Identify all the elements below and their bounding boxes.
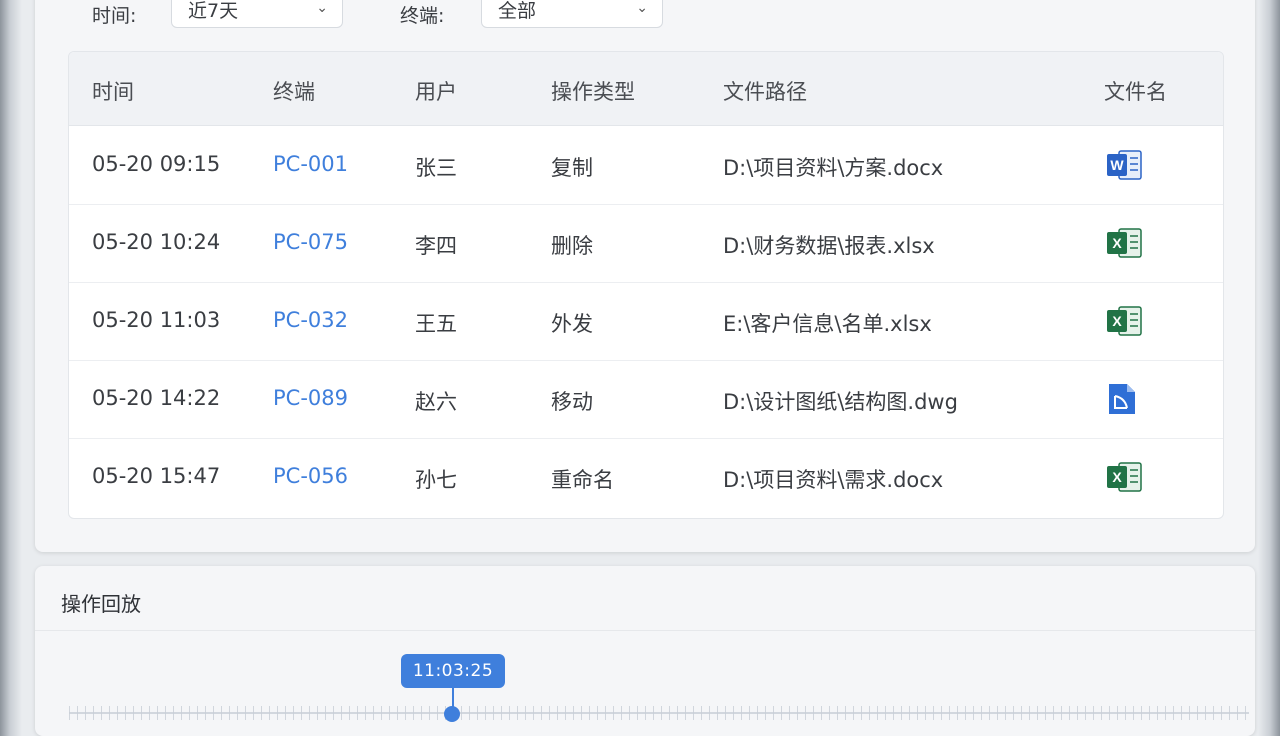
row-user: 赵六: [415, 390, 457, 414]
row-terminal-link[interactable]: PC-089: [273, 386, 348, 410]
table-row[interactable]: 05-20 14:22 PC-089 赵六 移动 D:\设计图纸\结构图.dwg: [69, 360, 1223, 439]
playhead-stem: [452, 688, 454, 708]
row-terminal-link[interactable]: PC-075: [273, 230, 348, 254]
column-header-file-path[interactable]: 文件路径: [723, 76, 807, 106]
divider: [35, 630, 1255, 631]
row-operation-type: 重命名: [551, 468, 614, 492]
svg-text:W: W: [1110, 157, 1124, 173]
terminal-filter-label: 终端:: [400, 4, 445, 27]
timeline-ticks: [69, 706, 1249, 720]
playback-title: 操作回放: [61, 592, 141, 616]
table-row[interactable]: 05-20 09:15 PC-001 张三 复制 D:\项目资料\方案.docx…: [69, 126, 1223, 205]
chevron-down-icon: ⌄: [316, 0, 328, 16]
table-row[interactable]: 05-20 11:03 PC-032 王五 外发 E:\客户信息\名单.xlsx…: [69, 282, 1223, 361]
word-file-icon[interactable]: W: [1105, 148, 1145, 182]
row-operation-type: 复制: [551, 156, 593, 180]
time-filter-select[interactable]: 近7天 ⌄: [171, 0, 343, 28]
excel-file-icon[interactable]: X: [1105, 304, 1145, 338]
row-operation-type: 外发: [551, 312, 593, 336]
table-row[interactable]: 05-20 10:24 PC-075 李四 删除 D:\财务数据\报表.xlsx…: [69, 204, 1223, 283]
row-file-path: D:\项目资料\需求.docx: [723, 468, 944, 492]
row-user: 孙七: [415, 468, 457, 492]
chevron-down-icon: ⌄: [636, 0, 648, 16]
excel-file-icon[interactable]: X: [1105, 460, 1145, 494]
row-time: 05-20 14:22: [92, 386, 221, 410]
row-user: 李四: [415, 234, 457, 258]
time-filter-label: 时间:: [92, 4, 137, 27]
row-operation-type: 删除: [551, 234, 593, 258]
row-time: 05-20 15:47: [92, 464, 221, 488]
row-terminal-link[interactable]: PC-056: [273, 464, 348, 488]
playhead-time-tooltip: 11:03:25: [401, 654, 505, 688]
row-time: 05-20 11:03: [92, 308, 221, 332]
time-filter-value: 近7天: [188, 0, 239, 22]
column-header-terminal[interactable]: 终端: [273, 76, 315, 106]
terminal-filter-value: 全部: [498, 0, 537, 22]
svg-text:X: X: [1112, 235, 1122, 251]
row-terminal-link[interactable]: PC-001: [273, 152, 348, 176]
row-file-path: D:\财务数据\报表.xlsx: [723, 234, 935, 258]
excel-file-icon[interactable]: X: [1105, 226, 1145, 260]
row-user: 王五: [415, 312, 457, 336]
column-header-time[interactable]: 时间: [92, 76, 134, 106]
terminal-filter-select[interactable]: 全部 ⌄: [481, 0, 663, 28]
row-operation-type: 移动: [551, 390, 593, 414]
row-time: 05-20 10:24: [92, 230, 221, 254]
row-time: 05-20 09:15: [92, 152, 221, 176]
table-header: 时间 终端 用户 操作类型 文件路径 文件名: [69, 52, 1223, 126]
row-file-path: E:\客户信息\名单.xlsx: [723, 312, 932, 336]
table-row[interactable]: 05-20 15:47 PC-056 孙七 重命名 D:\项目资料\需求.doc…: [69, 438, 1223, 516]
column-header-file-name[interactable]: 文件名: [1104, 76, 1167, 106]
cad-file-icon[interactable]: [1105, 382, 1145, 416]
playback-card: 操作回放 11:03:25: [35, 566, 1255, 736]
column-header-user[interactable]: 用户: [415, 76, 457, 106]
column-header-operation-type[interactable]: 操作类型: [551, 76, 635, 106]
row-file-path: D:\设计图纸\结构图.dwg: [723, 390, 958, 414]
row-file-path: D:\项目资料\方案.docx: [723, 156, 944, 180]
svg-text:X: X: [1112, 469, 1122, 485]
row-user: 张三: [415, 156, 457, 180]
operation-log-table: 时间 终端 用户 操作类型 文件路径 文件名 05-20 09:15 PC-00…: [68, 51, 1224, 519]
row-terminal-link[interactable]: PC-032: [273, 308, 348, 332]
svg-text:X: X: [1112, 313, 1122, 329]
